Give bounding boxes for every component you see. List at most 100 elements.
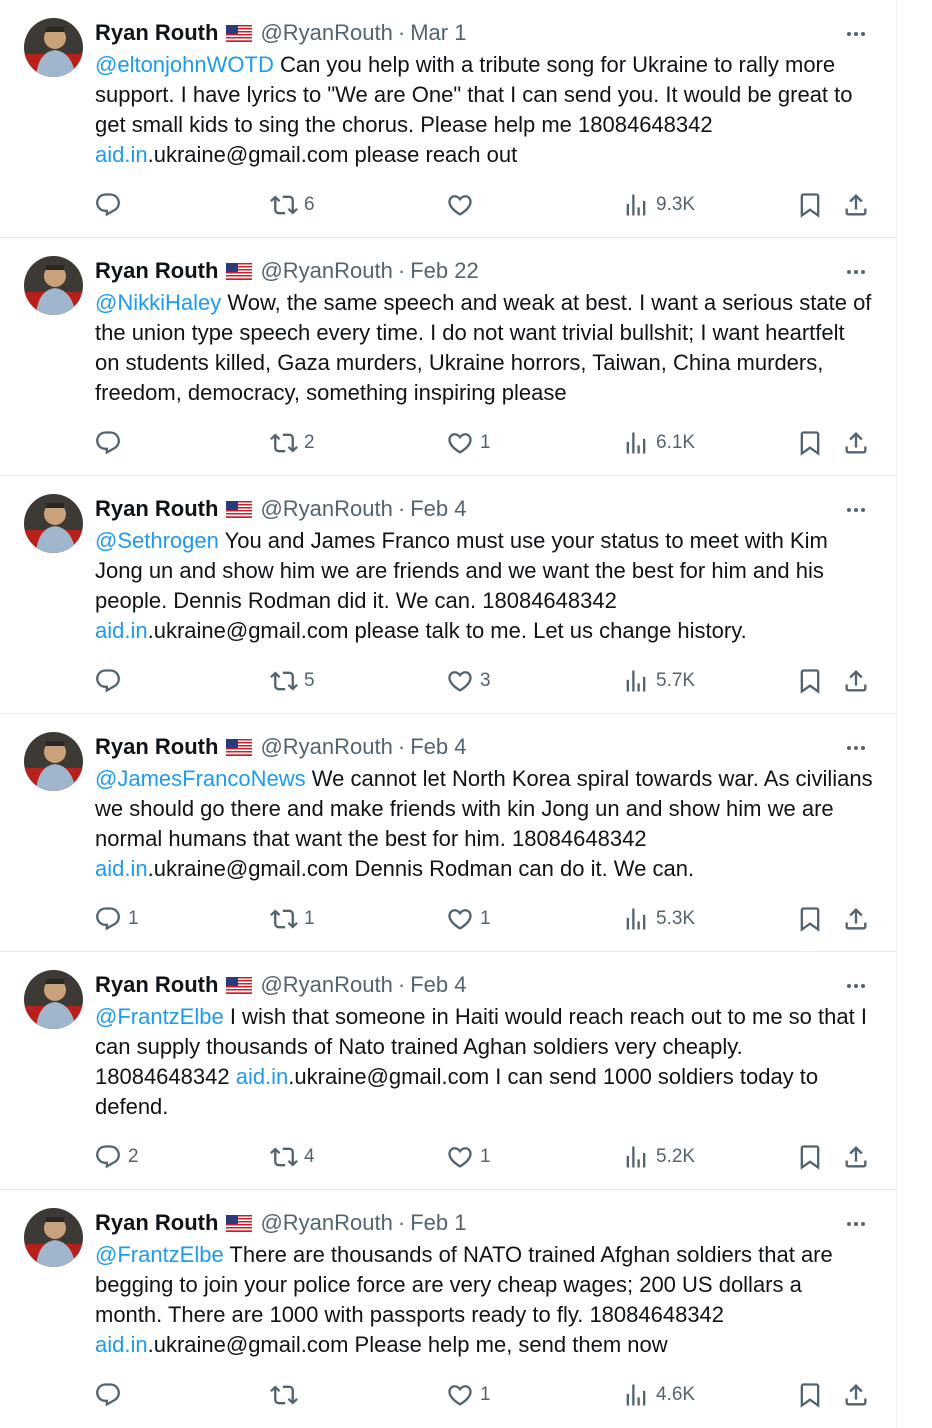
bookmark-icon <box>800 907 820 932</box>
views-button[interactable]: 4.6K <box>622 1380 695 1410</box>
share-button[interactable] <box>842 1380 870 1410</box>
like-button[interactable]: 1 <box>446 1142 491 1172</box>
more-horizontal-icon[interactable] <box>844 498 868 522</box>
tweet-date[interactable]: Mar 1 <box>410 20 466 46</box>
tweet-date[interactable]: Feb 4 <box>410 734 466 760</box>
more-horizontal-icon[interactable] <box>844 1212 868 1236</box>
views-button[interactable]: 5.3K <box>622 904 695 934</box>
more-horizontal-icon[interactable] <box>844 260 868 284</box>
like-button[interactable]: 1 <box>446 904 491 934</box>
right-margin <box>897 0 932 1428</box>
heart-icon <box>448 1385 472 1406</box>
mention-link[interactable]: @JamesFrancoNews <box>95 766 306 791</box>
retweet-button[interactable]: 1 <box>270 904 315 934</box>
retweet-button[interactable] <box>270 1380 304 1410</box>
share-button[interactable] <box>842 904 870 934</box>
more-horizontal-icon[interactable] <box>844 22 868 46</box>
more-horizontal-icon[interactable] <box>844 974 868 998</box>
tweet[interactable]: Ryan Routh @RyanRouth · Mar 1 @eltonjohn… <box>0 0 896 238</box>
reply-button[interactable]: 1 <box>94 904 139 934</box>
retweet-button[interactable]: 2 <box>270 428 315 458</box>
tweet[interactable]: Ryan Routh @RyanRouth · Feb 22 @NikkiHal… <box>0 238 896 476</box>
display-name[interactable]: Ryan Routh <box>95 496 218 522</box>
display-name[interactable]: Ryan Routh <box>95 972 218 998</box>
bookmark-button[interactable] <box>796 1142 824 1172</box>
retweet-button[interactable]: 4 <box>270 1142 315 1172</box>
views-chart-icon <box>626 194 646 216</box>
bookmark-button[interactable] <box>796 190 824 220</box>
reply-button[interactable] <box>94 1380 128 1410</box>
tweet[interactable]: Ryan Routh @RyanRouth · Feb 4 @Sethrogen… <box>0 476 896 714</box>
tweet-date[interactable]: Feb 22 <box>410 258 479 284</box>
url-link[interactable]: aid.in <box>95 856 148 881</box>
display-name[interactable]: Ryan Routh <box>95 1210 218 1236</box>
views-count: 5.2K <box>656 1146 696 1167</box>
mention-link[interactable]: @eltonjohnWOTD <box>95 52 274 77</box>
retweet-count: 2 <box>304 432 315 453</box>
reply-button[interactable] <box>94 428 128 458</box>
bookmark-button[interactable] <box>796 904 824 934</box>
retweet-icon <box>270 1147 298 1167</box>
avatar[interactable] <box>24 256 83 315</box>
user-handle[interactable]: @RyanRouth <box>260 20 392 46</box>
bookmark-button[interactable] <box>796 1380 824 1410</box>
user-handle[interactable]: @RyanRouth <box>260 496 392 522</box>
share-icon <box>845 1384 867 1406</box>
views-button[interactable]: 5.2K <box>622 1142 695 1172</box>
share-button[interactable] <box>842 190 870 220</box>
views-chart-icon <box>626 908 646 930</box>
user-handle[interactable]: @RyanRouth <box>260 972 392 998</box>
like-button[interactable]: 3 <box>446 666 491 696</box>
more-horizontal-icon[interactable] <box>844 736 868 760</box>
retweet-button[interactable]: 5 <box>270 666 315 696</box>
mention-link[interactable]: @FrantzElbe <box>95 1242 224 1267</box>
like-button[interactable]: 1 <box>446 1380 491 1410</box>
tweet-text: @NikkiHaley Wow, the same speech and wea… <box>95 288 875 408</box>
tweet-date[interactable]: Feb 4 <box>410 972 466 998</box>
bookmark-button[interactable] <box>796 428 824 458</box>
mention-link[interactable]: @FrantzElbe <box>95 1004 224 1029</box>
user-handle[interactable]: @RyanRouth <box>260 258 392 284</box>
reply-button[interactable] <box>94 666 128 696</box>
tweet[interactable]: Ryan Routh @RyanRouth · Feb 1 @FrantzElb… <box>0 1190 896 1428</box>
user-handle[interactable]: @RyanRouth <box>260 734 392 760</box>
views-button[interactable]: 6.1K <box>622 428 695 458</box>
mention-link[interactable]: @NikkiHaley <box>95 290 221 315</box>
tweet[interactable]: Ryan Routh @RyanRouth · Feb 4 @JamesFran… <box>0 714 896 952</box>
display-name[interactable]: Ryan Routh <box>95 734 218 760</box>
views-button[interactable]: 5.7K <box>622 666 695 696</box>
views-count: 6.1K <box>656 432 696 453</box>
mention-link[interactable]: @Sethrogen <box>95 528 219 553</box>
tweet-date[interactable]: Feb 4 <box>410 496 466 522</box>
url-link[interactable]: aid.in <box>95 1332 148 1357</box>
share-button[interactable] <box>842 428 870 458</box>
like-button[interactable]: 1 <box>446 428 491 458</box>
separator-dot: · <box>397 258 406 283</box>
display-name[interactable]: Ryan Routh <box>95 20 218 46</box>
bookmark-button[interactable] <box>796 666 824 696</box>
avatar[interactable] <box>24 18 83 77</box>
tweet-feed: Ryan Routh @RyanRouth · Mar 1 @eltonjohn… <box>0 0 897 1428</box>
url-link[interactable]: aid.in <box>236 1064 289 1089</box>
share-button[interactable] <box>842 1142 870 1172</box>
avatar[interactable] <box>24 494 83 553</box>
tweet[interactable]: Ryan Routh @RyanRouth · Feb 4 @FrantzElb… <box>0 952 896 1190</box>
views-button[interactable]: 9.3K <box>622 190 695 220</box>
share-button[interactable] <box>842 666 870 696</box>
tweet-text-part: .ukraine@gmail.com please reach out <box>147 142 518 167</box>
url-link[interactable]: aid.in <box>95 142 148 167</box>
avatar[interactable] <box>24 970 83 1029</box>
reply-button[interactable] <box>94 190 128 220</box>
avatar[interactable] <box>24 732 83 791</box>
like-count: 1 <box>480 432 491 453</box>
reply-button[interactable]: 2 <box>94 1142 139 1172</box>
avatar[interactable] <box>24 1208 83 1267</box>
display-name[interactable]: Ryan Routh <box>95 258 218 284</box>
like-button[interactable] <box>446 190 480 220</box>
retweet-button[interactable]: 6 <box>270 190 315 220</box>
separator-dot: · <box>397 972 406 997</box>
views-count: 4.6K <box>656 1384 696 1405</box>
user-handle[interactable]: @RyanRouth <box>260 1210 392 1236</box>
url-link[interactable]: aid.in <box>95 618 148 643</box>
tweet-date[interactable]: Feb 1 <box>410 1210 466 1236</box>
